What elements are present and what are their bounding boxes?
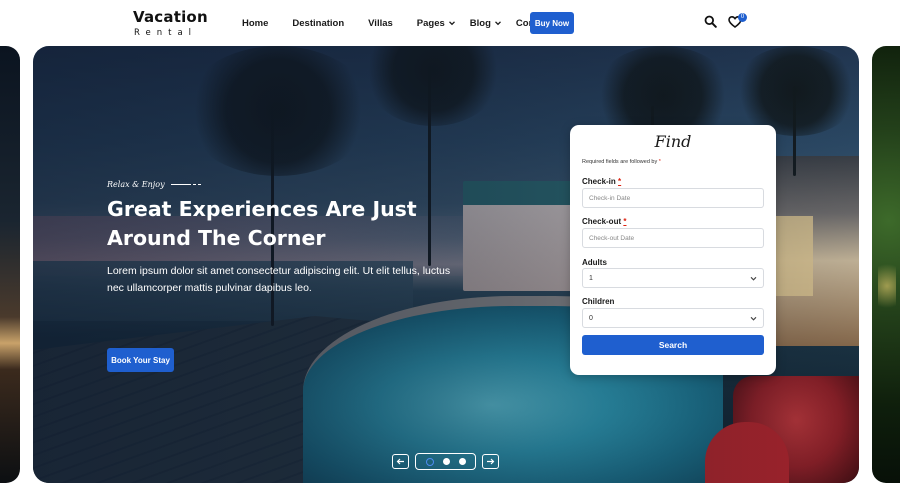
adults-label: Adults [582,258,607,267]
nav-label: Villas [368,17,393,29]
slider-next-button[interactable] [482,454,499,469]
required-mark: * [623,217,627,226]
chevron-down-icon [448,19,456,27]
children-select[interactable]: 0 [582,308,764,328]
adults-select[interactable]: 1 [582,268,764,288]
hero-title: Great Experiences Are Just Around The Co… [107,197,417,250]
required-fields-note: Required fields are followed by * [582,159,661,165]
chevron-down-icon [750,315,757,322]
slider-dot-3[interactable] [458,458,466,465]
nav-label: Blog [469,17,491,29]
next-slide-peek [872,46,900,483]
nav-item-blog[interactable]: Blog [470,18,502,29]
nav-item-pages[interactable]: Pages [417,18,456,29]
nav-item-villas[interactable]: Villas [368,18,393,29]
slider-dot-2[interactable] [442,458,450,465]
nav-label: Pages [416,17,445,29]
checkout-label-text: Check-out [582,217,622,226]
required-note-text: Required fields are followed by [582,159,658,165]
slider-dot-1[interactable] [425,457,434,466]
checkout-label: Check-out * [582,217,626,226]
tagline-divider-dash [192,183,196,185]
logo-title: Vacation [133,8,208,26]
checkin-label: Check-in * [582,177,621,186]
slider-prev-button[interactable] [392,454,409,469]
children-value: 0 [589,314,593,322]
search-icon[interactable] [704,15,717,28]
arrow-right-icon [486,453,495,471]
slider-pagination [415,453,476,470]
tagline-divider [170,183,191,185]
hero-tagline: Relax & Enjoy [107,179,165,189]
hero-content: Relax & Enjoy Great Experiences Are Just… [107,178,497,372]
children-label: Children [582,297,615,306]
nav-label: Home [242,17,269,29]
adults-value: 1 [589,274,593,282]
wishlist-count-badge: 0 [738,13,747,22]
arrow-left-icon [396,453,405,471]
main-nav: Home Destination Villas Pages Blog Conta… [242,0,575,46]
book-your-stay-button[interactable]: Book Your Stay [107,348,174,372]
search-button[interactable]: Search [582,335,764,355]
hero-description: Lorem ipsum dolor sit amet consectetur a… [107,265,451,294]
required-mark: * [658,159,661,165]
logo-subtitle: Rental [134,28,198,38]
nav-item-destination[interactable]: Destination [292,18,344,29]
find-booking-form: Find Required fields are followed by * C… [570,125,776,375]
nav-item-home[interactable]: Home [242,18,268,29]
nav-label: Destination [292,17,345,29]
chevron-down-icon [494,19,502,27]
required-mark: * [618,177,622,186]
find-title: Find [654,132,692,151]
site-logo[interactable]: Vacation Rental [133,8,213,39]
checkin-label-text: Check-in [582,177,616,186]
chevron-down-icon [750,275,757,282]
buy-now-button[interactable]: Buy Now [530,12,574,34]
tagline-divider-dash [197,183,201,185]
previous-slide-peek [0,46,20,483]
site-header: Vacation Rental Home Destination Villas … [0,0,900,46]
checkout-date-input[interactable]: Check-out Date [582,228,764,248]
hero-tagline-row: Relax & Enjoy [107,178,497,190]
checkin-date-input[interactable]: Check-in Date [582,188,764,208]
hero-slider: Relax & Enjoy Great Experiences Are Just… [33,46,859,483]
